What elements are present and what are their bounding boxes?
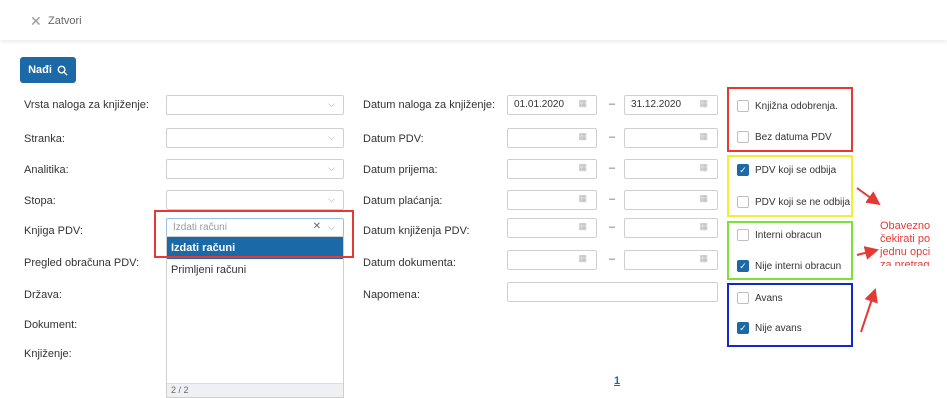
calendar-icon: ▦ xyxy=(578,131,587,141)
label-avans: Avans xyxy=(755,293,783,304)
range-dash: – xyxy=(609,253,616,265)
checkbox-nije-interni-obracun[interactable]: ✓ xyxy=(737,260,749,272)
datum-knjizenja-pdv-from[interactable]: ▦ xyxy=(507,218,597,238)
datum-naloga-from[interactable]: 01.01.2020 ▦ xyxy=(507,95,597,115)
datum-pdv-from[interactable]: ▦ xyxy=(507,128,597,148)
label-datum-knjizenja-pdv: Datum knjiženja PDV: xyxy=(363,225,470,237)
label-nije-avans: Nije avans xyxy=(755,323,802,334)
calendar-icon: ▦ xyxy=(578,253,587,263)
checkbox-nije-avans[interactable]: ✓ xyxy=(737,322,749,334)
label-dokument: Dokument: xyxy=(24,319,78,331)
arrow-to-yellow xyxy=(856,187,881,206)
label-knjiga-pdv: Knjiga PDV: xyxy=(24,225,83,237)
label-nije-interni-obracun: Nije interni obracun xyxy=(755,261,842,272)
range-dash: – xyxy=(609,221,616,233)
label-datum-naloga: Datum naloga za knjiženje: xyxy=(363,99,496,111)
label-pregled-obracuna: Pregled obračuna PDV: xyxy=(24,257,140,269)
label-pdv-koji-se-odbija: PDV koji se odbija xyxy=(755,165,837,176)
calendar-icon: ▦ xyxy=(699,98,708,108)
checkbox-bez-datuma-pdv[interactable] xyxy=(737,131,749,143)
datum-knjizenja-pdv-to[interactable]: ▦ xyxy=(624,218,718,238)
annotation-line-2: čekirati po xyxy=(880,233,931,245)
datum-naloga-to[interactable]: 31.12.2020 ▦ xyxy=(624,95,718,115)
datum-prijema-to[interactable]: ▦ xyxy=(624,159,718,179)
stranka-select[interactable]: ⌵ xyxy=(166,128,344,148)
label-datum-placanja: Datum plaćanja: xyxy=(363,195,443,207)
checkbox-knjizna-odobrenja[interactable] xyxy=(737,100,749,112)
label-drzava: Država: xyxy=(24,289,62,301)
range-dash: – xyxy=(609,98,616,110)
range-dash: – xyxy=(609,162,616,174)
pagination-page[interactable]: 1 xyxy=(614,375,620,387)
analitika-select[interactable]: ⌵ xyxy=(166,159,344,179)
checkbox-avans[interactable] xyxy=(737,292,749,304)
label-stranka: Stranka: xyxy=(24,133,65,145)
search-button-label: Nađi xyxy=(28,64,52,76)
top-bar xyxy=(0,0,947,40)
label-interni-obracun: Interni obracun xyxy=(755,230,822,241)
checkbox-pdv-koji-se-odbija[interactable]: ✓ xyxy=(737,164,749,176)
chevron-down-icon: ⌵ xyxy=(328,163,335,173)
datum-placanja-from[interactable]: ▦ xyxy=(507,190,597,210)
label-datum-dokumenta: Datum dokumenta: xyxy=(363,257,456,269)
calendar-icon: ▦ xyxy=(578,162,587,172)
checkbox-pdv-koji-se-ne-odbija[interactable] xyxy=(737,196,749,208)
knjiga-pdv-dropdown: Izdati računi Primljeni računi 2 / 2 xyxy=(166,236,344,398)
chevron-down-icon: ⌵ xyxy=(328,132,335,142)
label-knjizenje: Knjiženje: xyxy=(24,348,72,360)
close-label[interactable]: Zatvori xyxy=(48,14,82,28)
chevron-down-icon: ⌵ xyxy=(328,99,335,109)
label-stopa: Stopa: xyxy=(24,195,56,207)
range-dash: – xyxy=(609,193,616,205)
stopa-select[interactable]: ⌵ xyxy=(166,190,344,210)
label-datum-prijema: Datum prijema: xyxy=(363,164,438,176)
datum-dokumenta-to[interactable]: ▦ xyxy=(624,250,718,270)
napomena-input[interactable] xyxy=(507,282,718,302)
label-napomena: Napomena: xyxy=(363,289,420,301)
calendar-icon: ▦ xyxy=(578,98,587,108)
datum-placanja-to[interactable]: ▦ xyxy=(624,190,718,210)
calendar-icon: ▦ xyxy=(699,221,708,231)
calendar-icon: ▦ xyxy=(578,193,587,203)
datum-prijema-from[interactable]: ▦ xyxy=(507,159,597,179)
label-vrsta-naloga: Vrsta naloga za knjiženje: xyxy=(24,99,149,111)
close-icon[interactable]: ✕ xyxy=(30,14,42,28)
calendar-icon: ▦ xyxy=(578,221,587,231)
label-pdv-koji-se-ne-odbija: PDV koji se ne odbija xyxy=(755,197,851,208)
calendar-icon: ▦ xyxy=(699,162,708,172)
arrow-to-green xyxy=(856,246,879,260)
calendar-icon: ▦ xyxy=(699,253,708,263)
dropdown-count: 2 / 2 xyxy=(171,385,189,395)
vrsta-naloga-select[interactable]: ⌵ xyxy=(166,95,344,115)
chevron-down-icon: ⌵ xyxy=(328,194,335,204)
search-icon xyxy=(57,65,68,76)
annotation-line-3: jednu opci xyxy=(880,246,931,258)
label-bez-datuma-pdv: Bez datuma PDV xyxy=(755,132,832,143)
label-datum-pdv: Datum PDV: xyxy=(363,133,424,145)
label-analitika: Analitika: xyxy=(24,164,69,176)
arrow-to-blue xyxy=(860,288,878,333)
label-knjizna-odobrenja: Knjižna odobrenja. xyxy=(755,101,838,112)
datum-dokumenta-from[interactable]: ▦ xyxy=(507,250,597,270)
search-button[interactable]: Nađi xyxy=(20,57,76,83)
annotation-line-1: Obavezno xyxy=(880,220,931,232)
dropdown-footer: 2 / 2 xyxy=(167,383,343,397)
checkbox-interni-obracun[interactable] xyxy=(737,229,749,241)
dropdown-option-primljeni[interactable]: Primljeni računi xyxy=(167,259,343,281)
range-dash: – xyxy=(609,131,616,143)
datum-pdv-to[interactable]: ▦ xyxy=(624,128,718,148)
calendar-icon: ▦ xyxy=(699,131,708,141)
knjiga-pdv-highlight xyxy=(154,210,354,258)
annotation-line-4: za pretrag xyxy=(880,259,930,266)
calendar-icon: ▦ xyxy=(699,193,708,203)
